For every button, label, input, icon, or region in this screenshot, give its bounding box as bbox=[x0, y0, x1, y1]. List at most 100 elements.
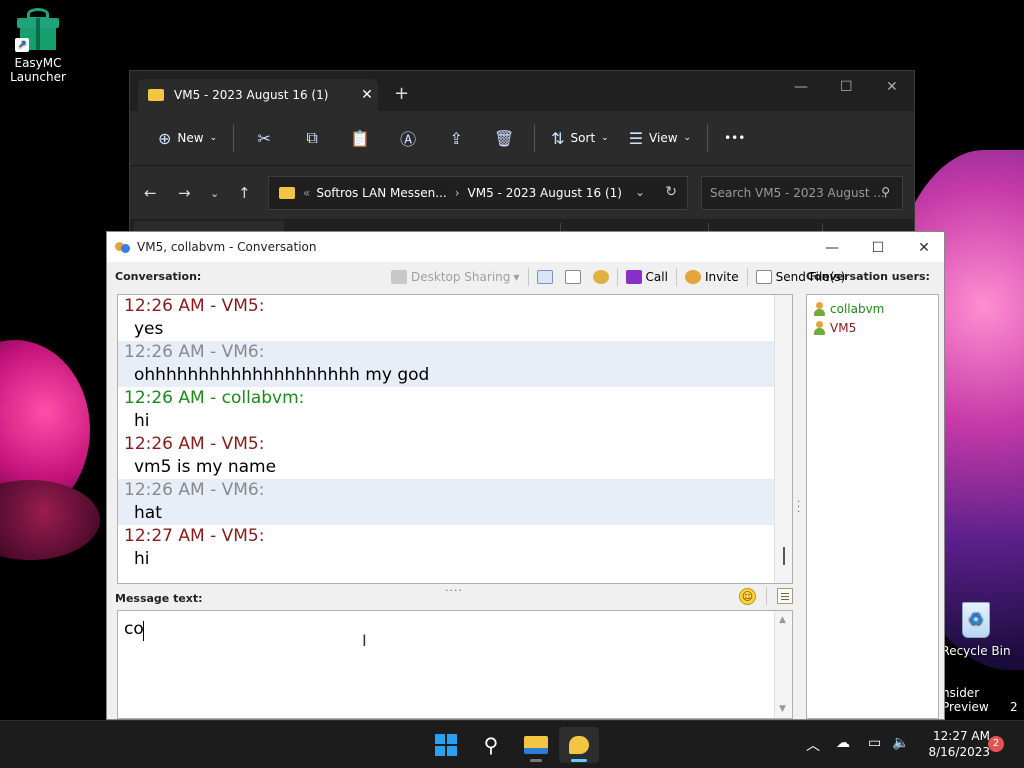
explorer-search-box[interactable]: Search VM5 - 2023 August ... ⚲ bbox=[701, 176, 903, 210]
scroll-down-arrow-icon[interactable]: ▼ bbox=[779, 704, 786, 714]
toolbar-divider bbox=[233, 124, 235, 152]
copy-icon[interactable]: ⧉ bbox=[288, 128, 336, 148]
back-arrow-icon[interactable]: ← bbox=[144, 184, 157, 202]
chat-message-header: 12:26 AM - VM5: bbox=[124, 296, 265, 316]
toolbar-divider bbox=[675, 268, 677, 286]
view-button[interactable]: ☰ View ⌄ bbox=[619, 123, 701, 153]
desktop-icon-label: Recycle Bin bbox=[941, 644, 1011, 658]
taskbar-softros-messenger[interactable] bbox=[559, 727, 599, 763]
toolbar-divider bbox=[766, 587, 767, 605]
chat-message-header: 12:26 AM - VM6: bbox=[124, 480, 265, 500]
explorer-address-bar-row: ← → ⌄ ↑ « Softros LAN Messen... › VM5 - … bbox=[130, 165, 914, 219]
desktop-sharing-button[interactable]: Desktop Sharing ▼ bbox=[385, 270, 526, 284]
call-label: Call bbox=[645, 270, 668, 284]
vertical-splitter-grip[interactable]: · · · bbox=[797, 498, 800, 518]
toolbar-divider bbox=[707, 124, 709, 152]
cut-icon[interactable]: ✂ bbox=[240, 129, 288, 148]
recent-locations-chevron-icon[interactable]: ⌄ bbox=[210, 187, 219, 200]
chat-message: 12:26 AM - VM6: ohhhhhhhhhhhhhhhhhhhh my … bbox=[118, 341, 774, 387]
search-icon: ⚲ bbox=[881, 185, 890, 199]
call-button[interactable]: Call bbox=[620, 270, 674, 284]
breadcrumb-overflow[interactable]: « bbox=[303, 186, 310, 200]
send-files-button[interactable]: Send File(s) bbox=[750, 270, 852, 284]
close-tab-icon[interactable]: ✕ bbox=[356, 87, 378, 103]
close-window-icon[interactable]: ✕ bbox=[886, 79, 898, 95]
active-indicator bbox=[571, 759, 587, 762]
sort-button[interactable]: ⇅ Sort ⌄ bbox=[541, 123, 619, 153]
maximize-icon[interactable]: ☐ bbox=[855, 238, 901, 258]
running-indicator bbox=[530, 759, 542, 762]
folder-icon bbox=[148, 89, 164, 101]
volume-icon[interactable]: 🔈 bbox=[892, 735, 909, 751]
chat-message: 12:27 AM - VM5: hi bbox=[118, 525, 774, 571]
chat-bubble-icon bbox=[569, 736, 589, 754]
message-text-label: Message text: bbox=[115, 592, 203, 605]
explorer-tab[interactable]: VM5 - 2023 August 16 (1) ✕ bbox=[138, 79, 378, 111]
forward-arrow-icon[interactable]: → bbox=[178, 184, 191, 202]
file-explorer-window[interactable]: VM5 - 2023 August 16 (1) ✕ + — ☐ ✕ ⊕ New… bbox=[129, 70, 915, 241]
desktop-sharing-label: Desktop Sharing bbox=[411, 270, 511, 284]
chat-message-body: hat bbox=[134, 503, 162, 523]
conversation-label: Conversation: bbox=[115, 270, 202, 283]
share-icon[interactable]: ⇪ bbox=[432, 129, 480, 148]
display-icon[interactable]: ▭ bbox=[868, 735, 881, 751]
breadcrumb-item-softros[interactable]: Softros LAN Messen... bbox=[316, 186, 446, 200]
toolbar-divider bbox=[527, 268, 529, 286]
toolbar-divider bbox=[534, 124, 536, 152]
horizontal-splitter-grip[interactable]: ···· bbox=[445, 584, 463, 597]
message-format-icon[interactable] bbox=[777, 588, 793, 604]
chat-message-header: 12:26 AM - VM5: bbox=[124, 434, 265, 454]
history-icon[interactable] bbox=[531, 270, 559, 284]
rename-icon[interactable]: Ⓐ bbox=[384, 126, 432, 150]
taskbar-search-button[interactable]: ⚲ bbox=[471, 727, 511, 763]
chevron-down-icon[interactable]: ⌄ bbox=[635, 185, 645, 199]
minimize-icon[interactable]: — bbox=[809, 238, 855, 258]
conversation-users-list[interactable]: collabvm VM5 bbox=[806, 294, 939, 719]
taskbar-clock[interactable]: 12:27 AM 8/16/2023 bbox=[918, 728, 990, 760]
delete-icon[interactable]: 🗑 bbox=[480, 129, 528, 148]
conversation-title-bar[interactable]: VM5, collabvm - Conversation — ☐ ✕ bbox=[107, 232, 944, 262]
conversation-scrollbar[interactable] bbox=[774, 295, 792, 583]
chat-message-body: vm5 is my name bbox=[134, 457, 277, 477]
conversation-window[interactable]: VM5, collabvm - Conversation — ☐ ✕ Conve… bbox=[106, 231, 945, 720]
explorer-tab-bar: VM5 - 2023 August 16 (1) ✕ + — ☐ ✕ bbox=[130, 71, 914, 111]
up-arrow-icon[interactable]: ↑ bbox=[238, 184, 251, 202]
conversation-window-title: VM5, collabvm - Conversation bbox=[137, 240, 317, 254]
message-input-scrollbar[interactable]: ▲ ▼ bbox=[774, 611, 792, 718]
start-button[interactable] bbox=[426, 727, 466, 763]
settings-gear-icon[interactable] bbox=[587, 270, 615, 284]
view-button-label: View bbox=[649, 131, 678, 145]
maximize-icon[interactable]: ☐ bbox=[840, 79, 853, 95]
paste-icon[interactable]: 📋 bbox=[336, 129, 384, 148]
document-icon[interactable] bbox=[559, 270, 587, 284]
show-hidden-icons-chevron-icon[interactable]: ︿ bbox=[806, 735, 820, 755]
wallpaper-bloom-left-lower bbox=[0, 480, 100, 560]
breadcrumb-item-current[interactable]: VM5 - 2023 August 16 (1) bbox=[468, 186, 622, 200]
send-files-label: Send File(s) bbox=[775, 270, 846, 284]
address-bar[interactable]: « Softros LAN Messen... › VM5 - 2023 Aug… bbox=[268, 176, 688, 210]
refresh-icon[interactable]: ↻ bbox=[665, 184, 677, 200]
notification-badge[interactable]: 2 bbox=[988, 736, 1004, 752]
conversation-user-item[interactable]: VM5 bbox=[813, 318, 938, 337]
desktop-icon-easymc-launcher[interactable]: ↗ EasyMC Launcher bbox=[0, 8, 76, 84]
invite-button[interactable]: Invite bbox=[679, 270, 745, 284]
conversation-history[interactable]: 12:26 AM - VM5: yes 12:26 AM - VM6: ohhhhhh… bbox=[117, 294, 793, 584]
scrollbar-thumb[interactable] bbox=[783, 547, 785, 565]
sort-button-label: Sort bbox=[570, 131, 596, 145]
conversation-toolbar: Desktop Sharing ▼ Call Invite Send File(… bbox=[385, 266, 851, 288]
network-status-icon[interactable]: ☁ bbox=[836, 735, 850, 751]
message-input[interactable]: co I ▲ ▼ bbox=[117, 610, 793, 719]
minimize-icon[interactable]: — bbox=[794, 79, 808, 95]
conversation-user-item[interactable]: collabvm bbox=[813, 299, 938, 318]
more-options-button[interactable]: ••• bbox=[714, 123, 755, 153]
chat-message: 12:26 AM - VM5: yes bbox=[118, 295, 774, 341]
scroll-up-arrow-icon[interactable]: ▲ bbox=[779, 615, 786, 625]
emoji-icon[interactable]: ☺ bbox=[739, 587, 756, 605]
taskbar-file-explorer[interactable] bbox=[516, 727, 556, 763]
close-window-icon[interactable]: ✕ bbox=[901, 238, 947, 258]
desktop-icon-recycle-bin[interactable]: ♻ Recycle Bin bbox=[938, 596, 1014, 658]
new-button[interactable]: ⊕ New ⌄ bbox=[148, 123, 227, 153]
invite-label: Invite bbox=[704, 270, 739, 284]
new-tab-icon[interactable]: + bbox=[394, 83, 409, 104]
message-toolbar: ☺ bbox=[739, 587, 793, 605]
